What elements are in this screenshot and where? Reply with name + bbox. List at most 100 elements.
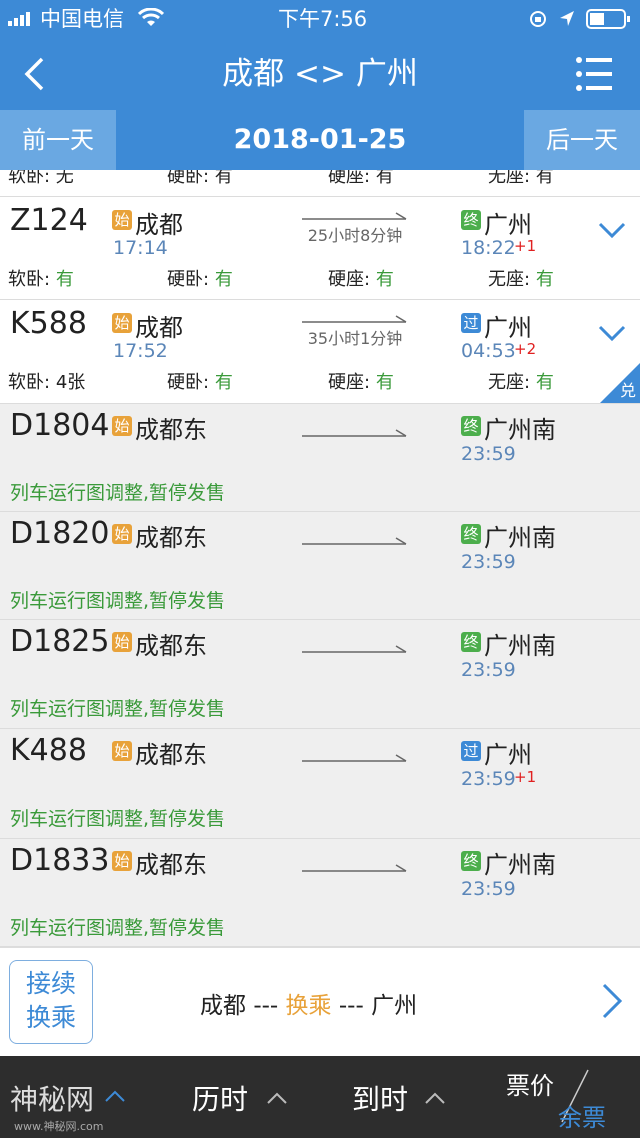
sort-duration-button[interactable]: 历时 [192,1078,248,1118]
departure-station: 成都东 [135,851,207,879]
clock-label: 下午7:56 [278,7,368,31]
carrier-label: 中国电信 [40,7,124,31]
train-number: Z124 [10,203,88,238]
transfer-button-line2: 换乘 [25,1003,76,1032]
prev-day-button[interactable]: 前一天 [0,110,116,170]
chevron-down-icon[interactable] [598,324,626,348]
chevron-right-icon[interactable] [600,982,624,1024]
chevron-up-icon [104,1088,126,1107]
hard-seat-info: 硬座: 有 [328,372,394,393]
arrival-time: 23:59 [461,878,516,900]
duration-arrow [302,859,408,883]
suspension-notice: 列车运行图调整,暂停发售 [10,590,226,612]
departure-time: 17:14 [113,237,168,259]
arrival-station: 广州南 [484,416,556,444]
sort-bar: 神秘网 历时 到时 票价 余票 www.神秘网.com [0,1056,640,1138]
suspension-notice: 列车运行图调整,暂停发售 [10,917,226,939]
pass-station-badge: 过 [461,313,481,333]
travel-duration: 35小时1分钟 [307,329,403,348]
nav-bar: 成都 <> 广州 [0,38,640,110]
signal-icon [8,10,38,30]
sort-arrival-button[interactable]: 到时 [352,1078,408,1118]
list-item-partial[interactable]: 软卧: 无 硬卧: 有 硬座: 有 无座: 有 [0,170,640,197]
status-bar: 中国电信 下午7:56 [0,0,640,38]
suspension-notice: 列车运行图调整,暂停发售 [10,698,226,720]
transfer-route: 成都 --- 换乘 --- 广州 [200,993,418,1019]
start-station-badge: 始 [112,851,132,871]
start-station-badge: 始 [112,416,132,436]
duration-arrow [302,532,408,556]
start-station-badge: 始 [112,632,132,652]
hard-seat-info: 硬座: 有 [328,269,394,290]
arrival-time: 23:59 [461,551,516,573]
soft-sleeper-info: 软卧: 有 [8,269,74,290]
sort-tickets-button[interactable]: 余票 [558,1098,606,1133]
hard-seat-info: 硬座: 有 [328,170,394,187]
train-row[interactable]: K488 始 成都东 过 广州 23:59 +1 列车运行图调整,暂停发售 [0,729,640,839]
train-number: D1833 [10,843,110,878]
end-station-badge: 终 [461,851,481,871]
duration-arrow [302,640,408,664]
start-station-badge: 始 [112,210,132,230]
travel-duration: 25小时8分钟 [307,226,403,245]
departure-station: 成都 [135,211,183,239]
arrival-station: 广州 [484,211,532,239]
departure-station: 成都东 [135,416,207,444]
train-number: K588 [10,306,87,341]
train-row[interactable]: D1804 始 成都东 终 广州南 23:59 列车运行图调整,暂停发售 [0,404,640,512]
transfer-button-line1: 接续 [25,969,76,998]
hard-sleeper-info: 硬卧: 有 [167,269,233,290]
start-station-badge: 始 [112,313,132,333]
train-number: D1804 [10,408,110,443]
start-station-badge: 始 [112,524,132,544]
soft-sleeper-info: 软卧: 无 [8,170,74,187]
exchange-corner-badge[interactable]: 兑 [600,363,640,403]
chevron-down-icon[interactable] [598,221,626,245]
menu-icon[interactable] [574,54,614,98]
arrival-time: 18:22 [461,237,516,259]
date-bar: 前一天 2018-01-25 后一天 [0,110,640,170]
day-offset: +2 [514,340,537,358]
arrival-time: 23:59 [461,659,516,681]
end-station-badge: 终 [461,416,481,436]
next-day-button[interactable]: 后一天 [524,110,640,170]
start-station-badge: 始 [112,741,132,761]
train-number: K488 [10,733,87,768]
day-offset: +1 [514,768,537,786]
train-number: D1825 [10,624,110,659]
duration-arrow [302,424,408,448]
chevron-up-icon [424,1090,446,1109]
train-row[interactable]: Z124 始 成都 17:14 25小时8分钟 终 广州 18:22 +1 软卧… [0,197,640,300]
page-title: 成都 <> 广州 [222,56,418,92]
day-offset: +1 [514,237,537,255]
transfer-button[interactable]: 接续 换乘 [9,960,93,1044]
soft-sleeper-info: 软卧: 4张 [8,372,86,393]
hard-sleeper-info: 硬卧: 有 [167,170,233,187]
train-row[interactable]: D1825 始 成都东 终 广州南 23:59 列车运行图调整,暂停发售 [0,620,640,729]
arrival-station: 广州南 [484,524,556,552]
duration-arrow [302,749,408,773]
back-icon[interactable] [22,56,46,96]
sort-left-label[interactable]: 神秘网 [10,1078,94,1118]
watermark-text: www.神秘网.com [14,1120,104,1133]
wifi-icon [137,7,165,32]
suspension-notice: 列车运行图调整,暂停发售 [10,482,226,504]
arrival-time: 23:59 [461,768,516,790]
train-row[interactable]: D1820 始 成都东 终 广州南 23:59 列车运行图调整,暂停发售 [0,512,640,620]
arrival-time: 23:59 [461,443,516,465]
end-station-badge: 终 [461,632,481,652]
train-row[interactable]: K588 始 成都 17:52 35小时1分钟 过 广州 04:53 +2 软卧… [0,300,640,404]
sort-price-button[interactable]: 票价 [506,1066,554,1101]
train-number: D1820 [10,516,110,551]
transfer-section[interactable]: 接续 换乘 成都 --- 换乘 --- 广州 [0,947,640,1056]
departure-station: 成都 [135,314,183,342]
standing-info: 无座: 有 [488,372,554,393]
departure-station: 成都东 [135,524,207,552]
suspension-notice: 列车运行图调整,暂停发售 [10,808,226,830]
hard-sleeper-info: 硬卧: 有 [167,372,233,393]
location-icon [558,9,576,33]
arrival-time: 04:53 [461,340,516,362]
pass-station-badge: 过 [461,741,481,761]
train-row[interactable]: D1833 始 成都东 终 广州南 23:59 列车运行图调整,暂停发售 [0,839,640,947]
current-date[interactable]: 2018-01-25 [116,110,524,170]
